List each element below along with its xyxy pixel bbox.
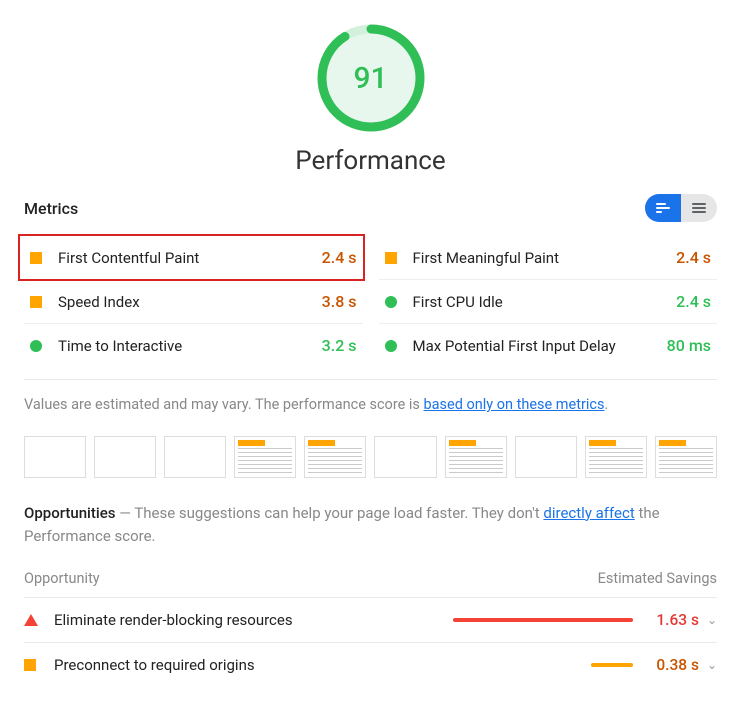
page-title: Performance xyxy=(295,146,445,176)
triangle-red-icon xyxy=(24,614,38,626)
filmstrip-frame xyxy=(24,436,86,478)
savings-bar xyxy=(591,663,633,667)
opportunities-link[interactable]: directly affect xyxy=(543,504,634,522)
savings-value: 1.63 s xyxy=(645,611,699,629)
metric-row[interactable]: First Meaningful Paint2.4 s xyxy=(379,236,718,280)
metrics-heading: Metrics xyxy=(24,199,78,218)
col-savings: Estimated Savings xyxy=(598,570,717,587)
metric-label: First Meaningful Paint xyxy=(413,249,677,267)
square-orange-icon xyxy=(385,252,397,264)
metric-label: Speed Index xyxy=(58,293,322,311)
metrics-link[interactable]: based only on these metrics xyxy=(424,396,605,413)
opportunities-list: Eliminate render-blocking resources 1.63 … xyxy=(24,598,717,687)
opportunities-header: Opportunity Estimated Savings xyxy=(24,562,717,598)
filmstrip-frame xyxy=(304,436,366,478)
metric-value: 3.2 s xyxy=(322,336,357,355)
metric-value: 3.8 s xyxy=(322,292,357,311)
savings-value: 0.38 s xyxy=(645,656,699,674)
metrics-footnote: Values are estimated and may vary. The p… xyxy=(24,394,717,416)
col-opportunity: Opportunity xyxy=(24,570,100,587)
score-value: 91 xyxy=(317,24,425,132)
circle-green-icon xyxy=(30,340,42,352)
metric-value: 2.4 s xyxy=(676,292,711,311)
metric-label: Time to Interactive xyxy=(58,337,322,355)
metric-label: First CPU Idle xyxy=(413,293,677,311)
circle-green-icon xyxy=(385,340,397,352)
metric-row[interactable]: First CPU Idle2.4 s xyxy=(379,280,718,324)
divider xyxy=(24,379,717,380)
view-toggle-summary[interactable] xyxy=(645,194,681,222)
view-toggle-detail[interactable] xyxy=(681,194,717,222)
square-orange-icon xyxy=(24,659,36,671)
filmstrip xyxy=(24,436,717,478)
opportunity-row[interactable]: Eliminate render-blocking resources 1.63 … xyxy=(24,598,717,643)
opportunity-label: Preconnect to required origins xyxy=(54,656,591,674)
metric-value: 2.4 s xyxy=(676,248,711,267)
filmstrip-frame xyxy=(374,436,436,478)
square-orange-icon xyxy=(30,296,42,308)
square-orange-icon xyxy=(30,252,42,264)
opportunity-row[interactable]: Preconnect to required origins 0.38 s ⌄ xyxy=(24,643,717,687)
filmstrip-frame xyxy=(164,436,226,478)
filmstrip-frame xyxy=(445,436,507,478)
filmstrip-frame xyxy=(585,436,647,478)
metric-row[interactable]: Speed Index3.8 s xyxy=(24,280,363,324)
circle-green-icon xyxy=(385,296,397,308)
metric-row[interactable]: Max Potential First Input Delay80 ms xyxy=(379,324,718,367)
metric-label: Max Potential First Input Delay xyxy=(413,337,667,355)
chevron-down-icon: ⌄ xyxy=(707,658,717,672)
metric-value: 80 ms xyxy=(667,336,711,355)
savings-bar xyxy=(453,618,633,622)
chevron-down-icon: ⌄ xyxy=(707,613,717,627)
view-toggle xyxy=(645,194,717,222)
score-gauge: 91 Performance xyxy=(24,24,717,176)
filmstrip-frame xyxy=(94,436,156,478)
metric-row[interactable]: Time to Interactive3.2 s xyxy=(24,324,363,367)
metric-value: 2.4 s xyxy=(322,248,357,267)
filmstrip-frame xyxy=(515,436,577,478)
filmstrip-frame xyxy=(234,436,296,478)
opportunities-intro: Opportunities — These suggestions can he… xyxy=(24,502,717,549)
metric-label: First Contentful Paint xyxy=(58,249,322,267)
metrics-grid: First Contentful Paint2.4 sFirst Meaning… xyxy=(24,236,717,367)
metric-row[interactable]: First Contentful Paint2.4 s xyxy=(24,236,363,280)
gauge-ring: 91 xyxy=(317,24,425,132)
opportunity-label: Eliminate render-blocking resources xyxy=(54,611,453,629)
filmstrip-frame xyxy=(655,436,717,478)
